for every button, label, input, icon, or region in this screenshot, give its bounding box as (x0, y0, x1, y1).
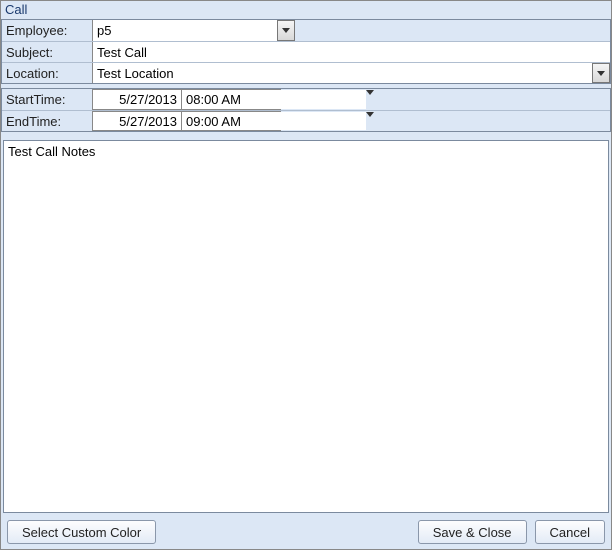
end-time-input[interactable] (182, 112, 366, 130)
call-dialog: Call Employee: Subject: Location: (0, 0, 612, 550)
cancel-button[interactable]: Cancel (535, 520, 605, 544)
start-time-combo[interactable] (181, 89, 281, 110)
chevron-down-icon (366, 90, 374, 95)
start-time-input[interactable] (182, 90, 366, 109)
employee-combo[interactable] (92, 20, 295, 41)
location-label: Location: (2, 63, 92, 83)
end-time-combo[interactable] (181, 111, 281, 131)
location-dropdown-button[interactable] (592, 63, 610, 83)
chevron-down-icon (282, 28, 290, 33)
select-custom-color-button[interactable]: Select Custom Color (7, 520, 156, 544)
employee-input[interactable] (93, 20, 277, 41)
notes-textarea[interactable] (4, 141, 608, 512)
location-input[interactable] (93, 63, 592, 83)
footer-buttons: Select Custom Color Save & Close Cancel (1, 515, 611, 549)
end-date-input[interactable] (92, 111, 182, 131)
header-fields: Employee: Subject: Location: (1, 19, 611, 84)
window-title: Call (1, 1, 611, 19)
employee-label: Employee: (2, 20, 92, 41)
subject-label: Subject: (2, 42, 92, 62)
employee-dropdown-button[interactable] (277, 20, 295, 41)
chevron-down-icon (366, 112, 374, 117)
time-fields: StartTime: EndTime: (1, 88, 611, 132)
start-date-input[interactable] (92, 89, 182, 110)
subject-input[interactable] (92, 42, 610, 62)
starttime-label: StartTime: (2, 89, 92, 110)
start-time-dropdown-button[interactable] (366, 90, 374, 109)
end-time-dropdown-button[interactable] (366, 112, 374, 130)
notes-area (3, 140, 609, 513)
location-combo[interactable] (92, 63, 610, 83)
save-and-close-button[interactable]: Save & Close (418, 520, 527, 544)
endtime-label: EndTime: (2, 111, 92, 131)
chevron-down-icon (597, 71, 605, 76)
